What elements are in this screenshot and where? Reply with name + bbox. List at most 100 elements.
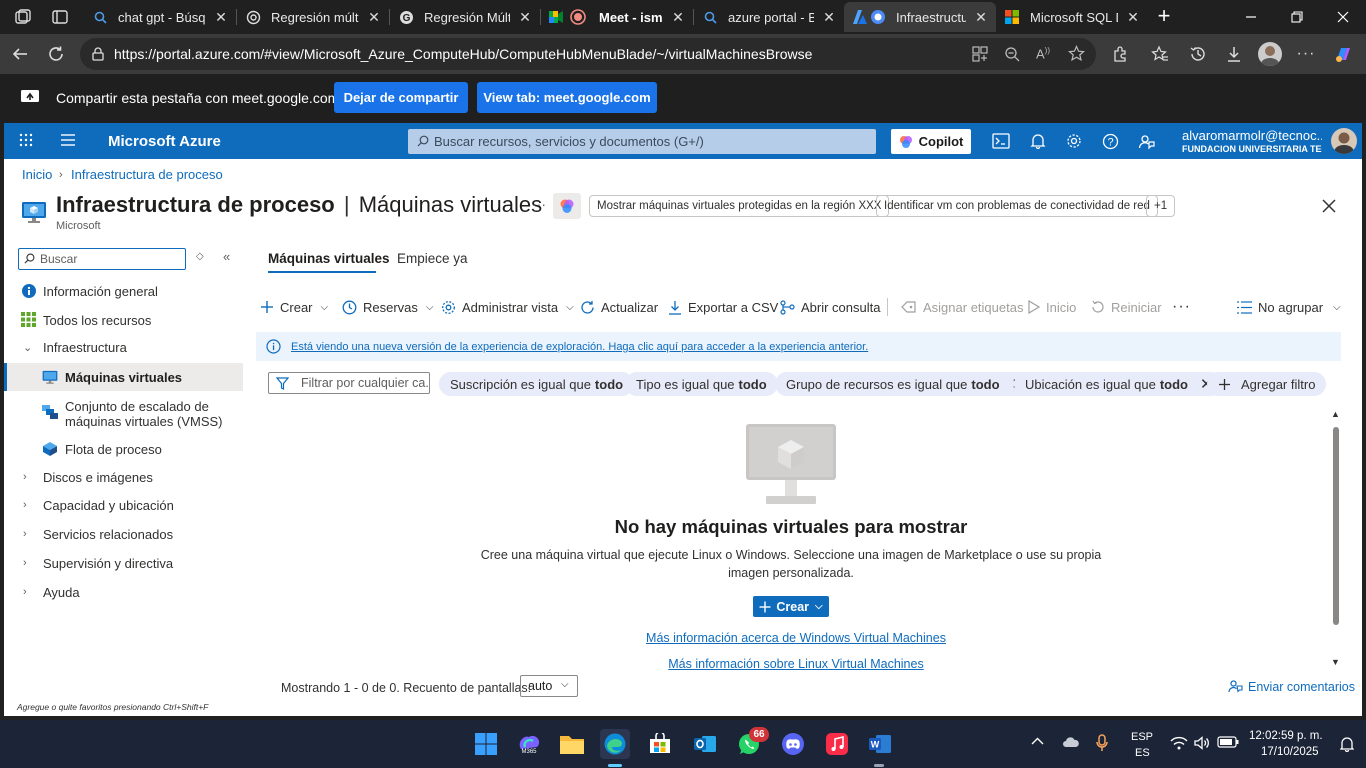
notification-center-icon[interactable] — [1340, 736, 1354, 752]
close-tab-icon[interactable]: ✕ — [671, 9, 685, 26]
tab-actions-icon[interactable] — [51, 8, 69, 26]
workspaces-icon[interactable] — [14, 8, 32, 26]
copilot-suggestion-chip[interactable]: Identificar vm con problemas de conectiv… — [876, 195, 1158, 217]
start-button[interactable]: Inicio — [1027, 297, 1076, 317]
filter-input[interactable]: Filtrar por cualquier ca... — [268, 372, 430, 394]
portal-menu-icon[interactable] — [61, 134, 75, 146]
discord-icon[interactable] — [778, 729, 808, 759]
settings-more-icon[interactable]: ··· — [1296, 44, 1316, 64]
send-feedback-link[interactable]: Enviar comentarios — [1228, 679, 1355, 694]
copilot-edge-icon[interactable] — [1333, 44, 1353, 64]
app-available-icon[interactable] — [972, 46, 988, 62]
manage-view-button[interactable]: Administrar vista ⌵ — [441, 297, 574, 317]
user-avatar[interactable] — [1331, 128, 1357, 154]
vertical-scrollbar[interactable]: ▲ ▼ — [1331, 409, 1341, 669]
breadcrumb-current[interactable]: Infraestructura de proceso — [71, 167, 223, 182]
favorites-icon[interactable] — [1150, 44, 1170, 64]
stop-sharing-button[interactable]: Dejar de compartir — [334, 82, 468, 113]
sidebar-item-compute-fleet[interactable]: Flota de proceso — [4, 435, 243, 463]
tab-virtual-machines[interactable]: Máquinas virtuales — [268, 251, 390, 266]
global-search-input[interactable]: Buscar recursos, servicios y documentos … — [408, 129, 876, 154]
restart-button[interactable]: Reiniciar — [1091, 297, 1162, 317]
linux-vm-learn-link[interactable]: Más información sobre Linux Virtual Mach… — [256, 657, 1336, 671]
browser-tab-regresion-1[interactable]: Regresión múltip ✕ — [237, 2, 389, 32]
battery-icon[interactable] — [1217, 736, 1239, 748]
back-icon[interactable] — [10, 44, 30, 64]
close-tab-icon[interactable]: ✕ — [367, 9, 381, 26]
feedback-icon[interactable] — [1136, 131, 1156, 151]
sidebar-item-all-resources[interactable]: Todos los recursos — [4, 306, 243, 334]
zoom-out-icon[interactable] — [1004, 46, 1020, 62]
export-csv-button[interactable]: Exportar a CSV — [668, 297, 778, 317]
close-tab-icon[interactable]: ✕ — [822, 9, 836, 26]
minimize-button[interactable] — [1228, 0, 1274, 34]
refresh-button[interactable]: Actualizar — [580, 297, 658, 317]
onedrive-cloud-icon[interactable] — [1062, 736, 1080, 748]
more-commands-button[interactable]: ··· — [1172, 297, 1191, 317]
close-tab-icon[interactable]: ✕ — [974, 9, 988, 26]
m365-icon[interactable]: M365 — [514, 729, 544, 759]
cloud-shell-icon[interactable] — [991, 131, 1011, 151]
edge-browser-icon[interactable] — [600, 729, 630, 759]
wifi-icon[interactable] — [1170, 736, 1188, 750]
show-hidden-icons-chevron-up-icon[interactable] — [1031, 737, 1044, 745]
downloads-icon[interactable] — [1224, 44, 1244, 64]
copilot-button[interactable]: Copilot — [891, 129, 971, 154]
browser-tab-regresion-2[interactable]: G Regresión Múltip ✕ — [390, 2, 540, 32]
sidebar-group-capacity[interactable]: › Capacidad y ubicación — [4, 491, 243, 519]
sidebar-group-related-services[interactable]: › Servicios relacionados — [4, 520, 243, 548]
clock-date[interactable]: 17/10/2025 — [1261, 746, 1319, 758]
sidebar-group-disks[interactable]: › Discos e imágenes — [4, 463, 243, 491]
assign-tags-button[interactable]: Asignar etiquetas — [901, 297, 1023, 317]
history-icon[interactable] — [1188, 44, 1208, 64]
apple-music-icon[interactable] — [822, 729, 852, 759]
tab-get-started[interactable]: Empiece ya — [397, 251, 468, 266]
microsoft-store-icon[interactable] — [645, 729, 675, 759]
close-window-button[interactable] — [1320, 0, 1366, 34]
extensions-icon[interactable] — [1110, 44, 1130, 64]
filter-pill-resource-group[interactable]: Grupo de recursos es igual quetodo ✕ — [775, 372, 1036, 396]
azure-brand[interactable]: Microsoft Azure — [108, 133, 221, 150]
browser-tab-meet[interactable]: Meet - ism-q ✕ — [541, 2, 693, 32]
scrollbar-thumb[interactable] — [1333, 427, 1339, 625]
view-tab-button[interactable]: View tab: meet.google.com — [477, 82, 657, 113]
add-filter-button[interactable]: Agregar filtro — [1207, 372, 1327, 396]
close-blade-icon[interactable] — [1322, 199, 1336, 213]
info-banner-link[interactable]: Está viendo una nueva versión de la expe… — [291, 341, 868, 353]
restore-button[interactable] — [1274, 0, 1320, 34]
browser-tab-azure-search[interactable]: azure portal - Bú ✕ — [694, 2, 844, 32]
open-query-button[interactable]: Abrir consulta — [780, 297, 880, 317]
help-icon[interactable]: ? — [1100, 131, 1120, 151]
sidebar-group-monitoring[interactable]: › Supervisión y directiva — [4, 549, 243, 577]
copilot-suggestion-chip[interactable]: Mostrar máquinas virtuales protegidas en… — [589, 195, 890, 217]
settings-gear-icon[interactable] — [1064, 131, 1084, 151]
favorite-star-icon[interactable] — [1068, 45, 1085, 62]
page-count-select[interactable]: auto ⌵ — [520, 675, 578, 697]
sidebar-item-vmss[interactable]: Conjunto de escalado de máquinas virtual… — [4, 399, 243, 435]
profile-avatar[interactable] — [1258, 42, 1282, 66]
reload-icon[interactable] — [46, 44, 66, 64]
close-tab-icon[interactable]: ✕ — [1126, 9, 1140, 26]
sidebar-search-input[interactable]: Buscar — [18, 248, 186, 270]
browser-tab-chatgpt-search[interactable]: chat gpt - Búsqu ✕ — [84, 2, 236, 32]
windows-start-icon[interactable] — [471, 729, 501, 759]
empty-state-create-button[interactable]: Crear ⌵ — [753, 596, 829, 617]
breadcrumb-home[interactable]: Inicio — [22, 167, 52, 182]
address-bar[interactable]: https://portal.azure.com/#view/Microsoft… — [80, 38, 1096, 70]
microphone-icon[interactable] — [1096, 734, 1108, 752]
sort-toggle-icon[interactable]: ◇ — [196, 251, 204, 262]
create-button[interactable]: Crear ⌵ — [260, 297, 328, 317]
notifications-bell-icon[interactable] — [1028, 131, 1048, 151]
sidebar-item-virtual-machines[interactable]: Máquinas virtuales — [4, 363, 243, 391]
outlook-icon[interactable] — [690, 729, 720, 759]
sidebar-group-infraestructura[interactable]: ⌄ Infraestructura — [4, 333, 243, 361]
app-launcher-icon[interactable] — [19, 133, 33, 147]
close-tab-icon[interactable]: ✕ — [518, 9, 532, 26]
more-options-button[interactable]: ··· — [532, 196, 546, 212]
input-language-bottom[interactable]: ES — [1135, 747, 1150, 759]
word-icon[interactable]: W — [865, 729, 895, 759]
file-explorer-icon[interactable] — [557, 729, 587, 759]
new-tab-button[interactable]: + — [1154, 5, 1174, 27]
group-by-dropdown[interactable]: No agrupar ⌵ — [1237, 297, 1341, 317]
more-suggestions-chip[interactable]: +1 — [1146, 195, 1176, 217]
